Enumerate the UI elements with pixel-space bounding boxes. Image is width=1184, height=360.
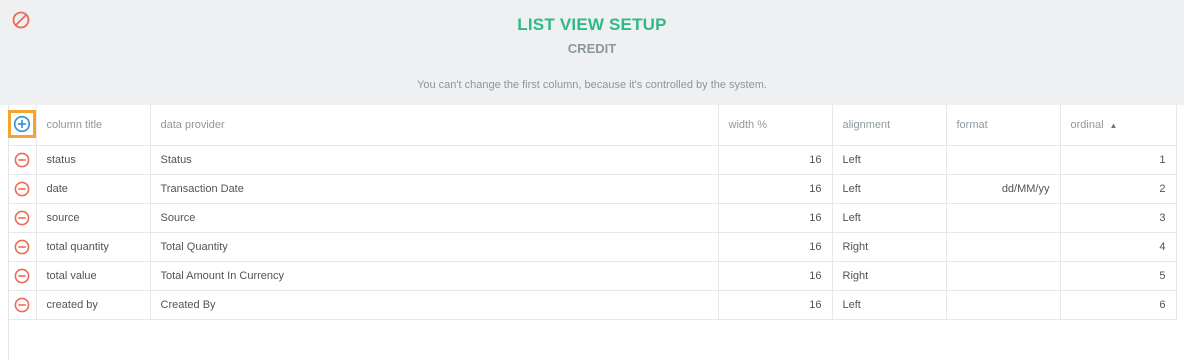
cell-width[interactable]: 16: [718, 203, 833, 233]
cell-alignment[interactable]: Left: [832, 145, 947, 175]
cell-format[interactable]: [946, 232, 1061, 262]
cell-ordinal[interactable]: 1: [1060, 145, 1177, 175]
header-panel: LIST VIEW SETUP CREDIT You can't change …: [0, 0, 1184, 105]
cell-ordinal[interactable]: 2: [1060, 174, 1177, 204]
header-alignment[interactable]: alignment: [832, 105, 947, 146]
cell-ordinal[interactable]: 5: [1060, 261, 1177, 291]
cell-alignment[interactable]: Right: [832, 261, 947, 291]
header-data-provider[interactable]: data provider: [150, 105, 719, 146]
cell-data-provider[interactable]: Source: [150, 203, 719, 233]
cell-width[interactable]: 16: [718, 290, 833, 320]
remove-row-icon[interactable]: [14, 239, 30, 255]
remove-cell: [8, 203, 37, 233]
remove-row-icon[interactable]: [14, 297, 30, 313]
cell-data-provider[interactable]: Total Amount In Currency: [150, 261, 719, 291]
columns-grid: column title data provider width % align…: [0, 105, 1184, 360]
remove-cell: [8, 174, 37, 204]
cell-format[interactable]: [946, 145, 1061, 175]
table-row[interactable]: date Transaction Date 16 Left dd/MM/yy 2: [8, 174, 1177, 204]
cell-column-title[interactable]: source: [36, 203, 151, 233]
table-header-row: column title data provider width % align…: [8, 105, 1177, 146]
cell-format[interactable]: [946, 290, 1061, 320]
remove-row-icon[interactable]: [14, 268, 30, 284]
cell-ordinal[interactable]: 4: [1060, 232, 1177, 262]
columns-table: column title data provider width % align…: [8, 105, 1177, 320]
table-row[interactable]: total value Total Amount In Currency 16 Rig…: [8, 261, 1177, 291]
cell-data-provider[interactable]: Created By: [150, 290, 719, 320]
add-column-icon: [13, 116, 31, 133]
cell-alignment[interactable]: Left: [832, 203, 947, 233]
table-row[interactable]: total quantity Total Quantity 16 Right 4: [8, 232, 1177, 262]
cell-width[interactable]: 16: [718, 261, 833, 291]
cell-column-title[interactable]: total quantity: [36, 232, 151, 262]
cell-data-provider[interactable]: Total Quantity: [150, 232, 719, 262]
cell-format[interactable]: [946, 261, 1061, 291]
cell-width[interactable]: 16: [718, 232, 833, 262]
page-title: LIST VIEW SETUP: [517, 15, 667, 34]
cell-alignment[interactable]: Right: [832, 232, 947, 262]
cell-format[interactable]: dd/MM/yy: [946, 174, 1061, 204]
cell-width[interactable]: 16: [718, 145, 833, 175]
header-ordinal[interactable]: ordinal ▲: [1060, 105, 1177, 146]
cell-column-title[interactable]: date: [36, 174, 151, 204]
header-column-title[interactable]: column title: [36, 105, 151, 146]
add-cell: [8, 105, 37, 146]
table-body: status Status 16 Left 1 date Transaction Date 1…: [8, 145, 1177, 320]
cell-ordinal[interactable]: 3: [1060, 203, 1177, 233]
table-row[interactable]: created by Created By 16 Left 6: [8, 290, 1177, 320]
table-row[interactable]: source Source 16 Left 3: [8, 203, 1177, 233]
table-row[interactable]: status Status 16 Left 1: [8, 145, 1177, 175]
remove-row-icon[interactable]: [14, 152, 30, 168]
remove-row-icon[interactable]: [14, 210, 30, 226]
remove-row-icon[interactable]: [14, 181, 30, 197]
page-subtitle: CREDIT: [567, 41, 617, 56]
cell-ordinal[interactable]: 6: [1060, 290, 1177, 320]
add-column-button[interactable]: [8, 110, 35, 139]
header-width[interactable]: width %: [718, 105, 833, 146]
cell-format[interactable]: [946, 203, 1061, 233]
cell-width[interactable]: 16: [718, 174, 833, 204]
remove-cell: [8, 145, 37, 175]
cell-column-title[interactable]: total value: [36, 261, 151, 291]
remove-cell: [8, 261, 37, 291]
sort-ascending-icon: ▲: [1109, 120, 1118, 130]
cell-alignment[interactable]: Left: [832, 174, 947, 204]
header-format[interactable]: format: [946, 105, 1061, 146]
cell-column-title[interactable]: created by: [36, 290, 151, 320]
remove-cell: [8, 290, 37, 320]
cell-data-provider[interactable]: Transaction Date: [150, 174, 719, 204]
cell-data-provider[interactable]: Status: [150, 145, 719, 175]
cell-column-title[interactable]: status: [36, 145, 151, 175]
info-text: You can't change the first column, becau…: [417, 79, 767, 91]
header-ordinal-label: ordinal: [1070, 118, 1104, 131]
remove-cell: [8, 232, 37, 262]
cell-alignment[interactable]: Left: [832, 290, 947, 320]
